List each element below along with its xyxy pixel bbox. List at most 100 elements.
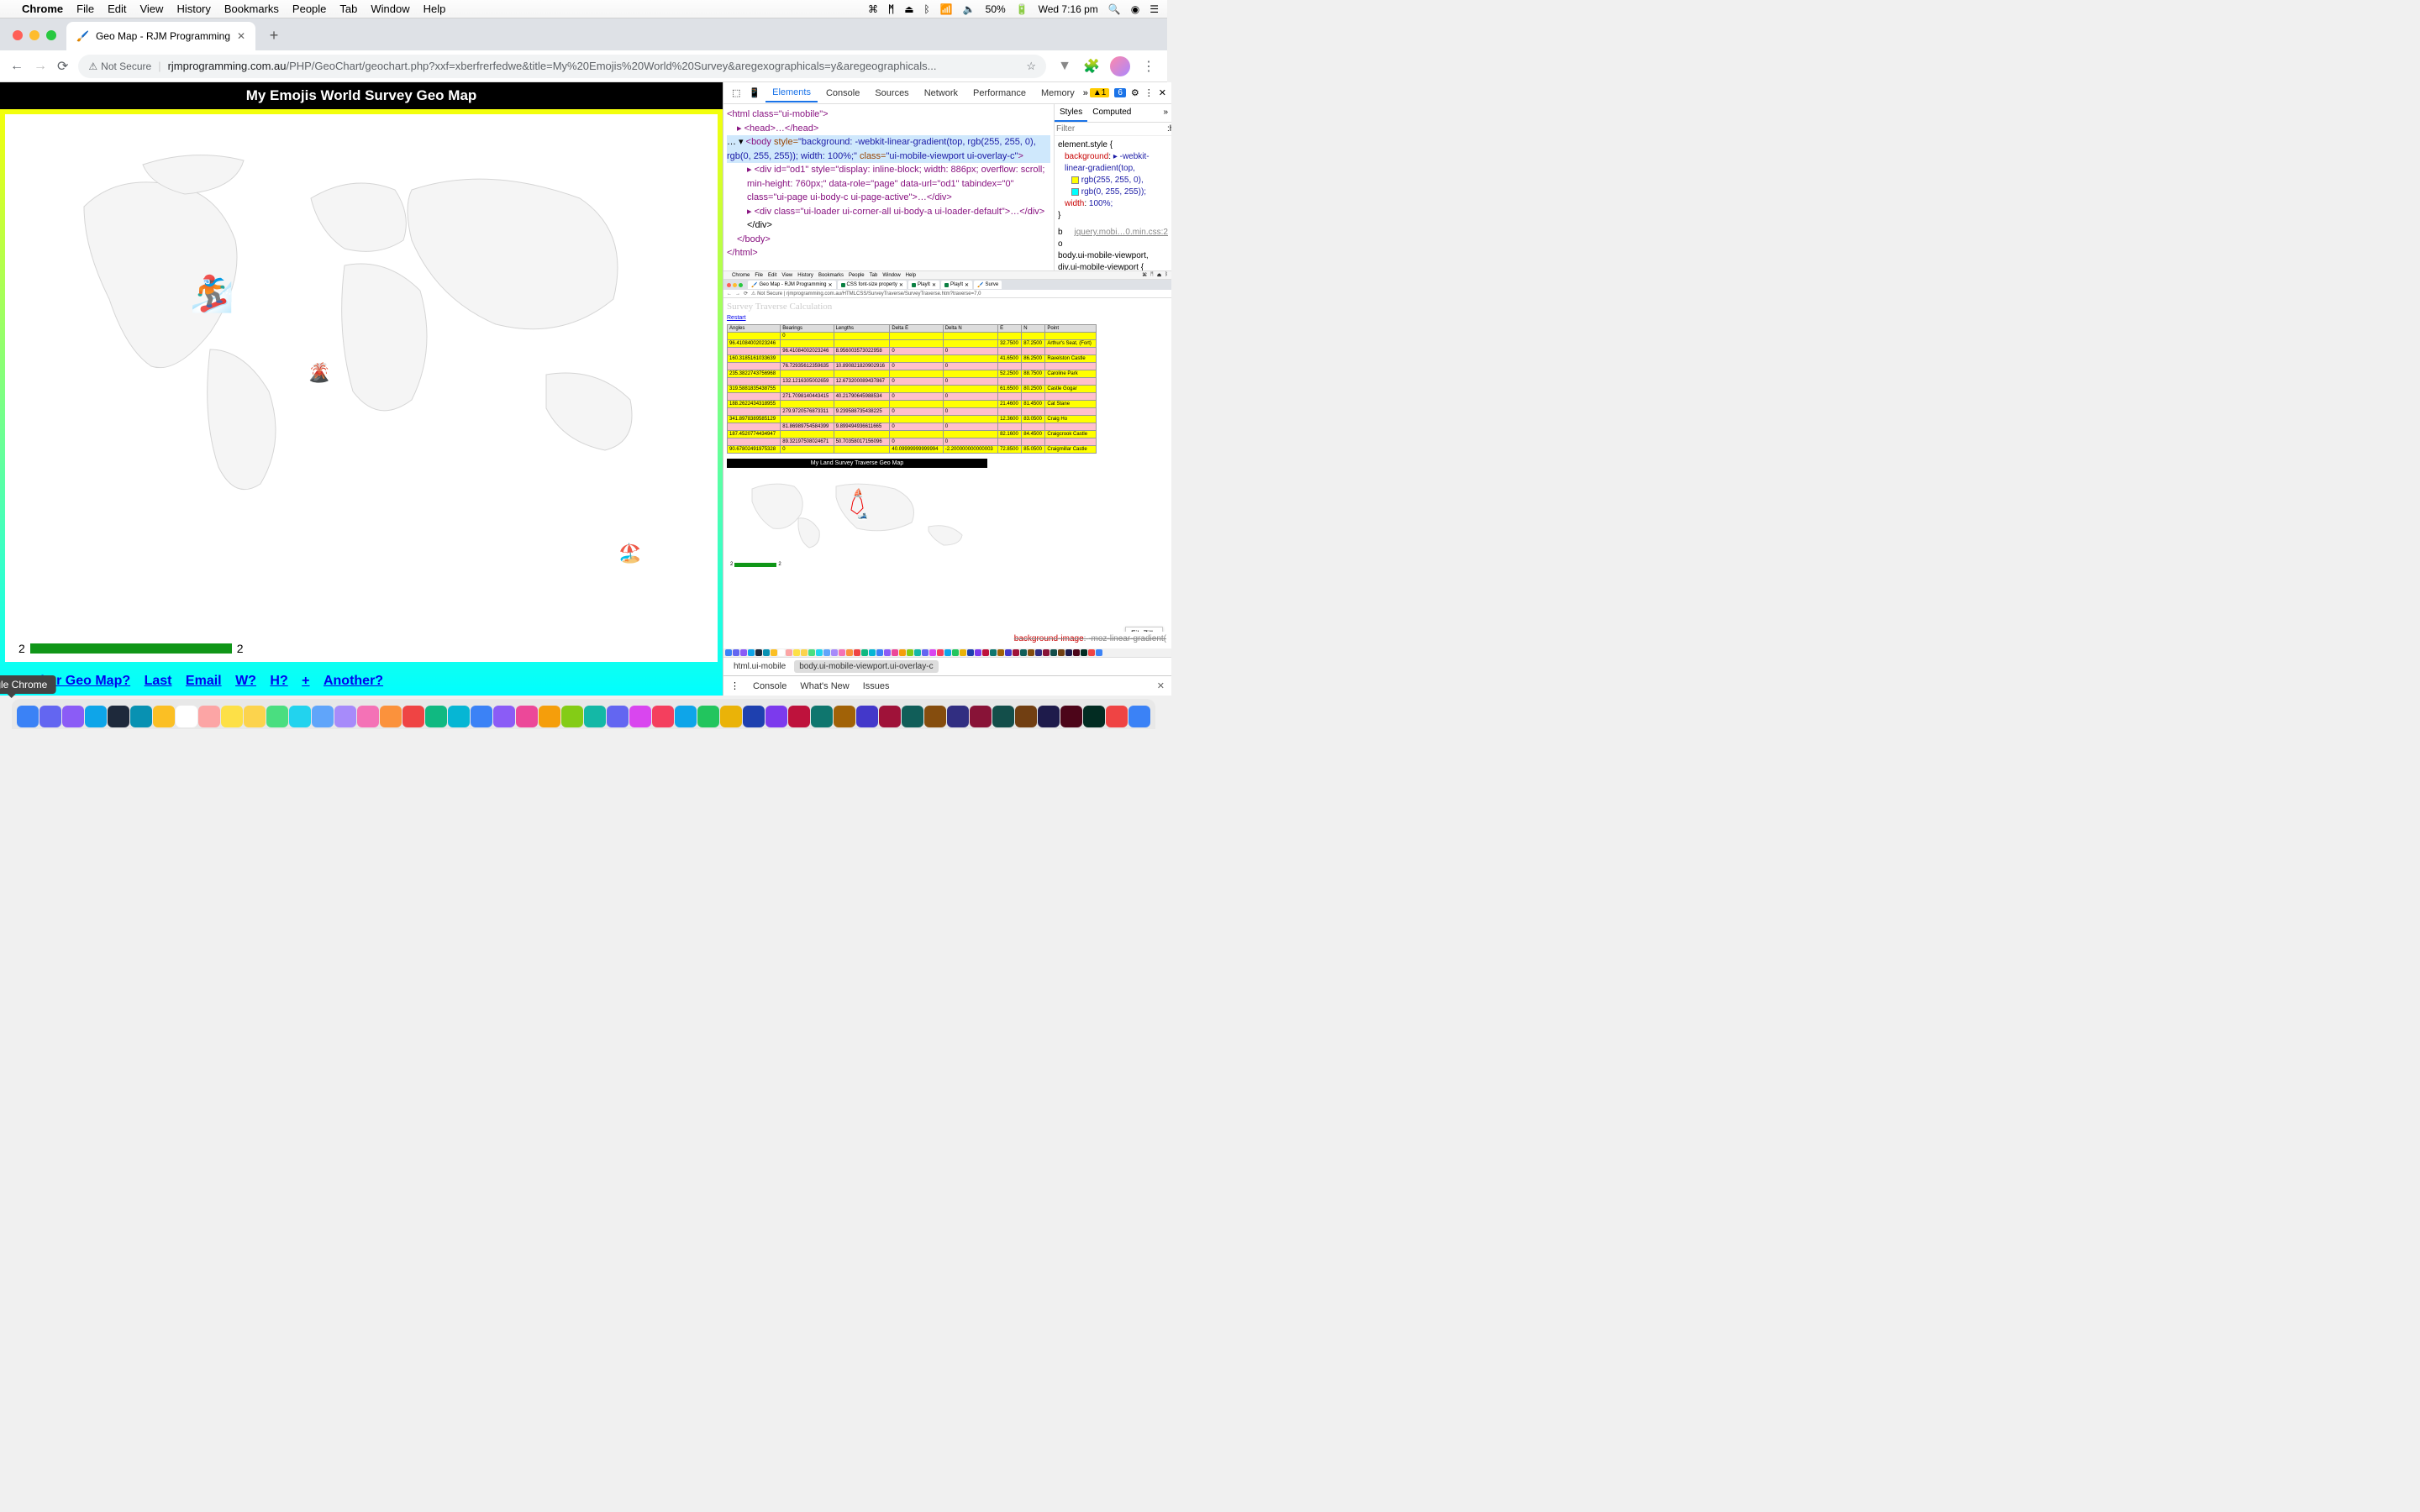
styles-hov-toggle[interactable]: :hov [1167,124,1171,134]
extensions-menu-icon[interactable]: 🧩 [1083,58,1100,75]
close-window-button[interactable] [13,30,23,40]
dock-app-icon[interactable] [448,706,470,727]
forward-button[interactable]: → [34,59,47,74]
link-last[interactable]: Last [145,674,172,688]
dock-app-icon[interactable] [289,706,311,727]
menubar-history[interactable]: History [176,3,210,15]
drawer-tab-issues[interactable]: Issues [863,681,890,691]
devtools-tab-performance[interactable]: Performance [966,85,1033,102]
dock-app-icon[interactable] [516,706,538,727]
devtools-dom-tree[interactable]: <html class="ui-mobile"> ▸ <head>…</head… [723,104,1054,270]
device-mode-icon[interactable]: 📱 [745,87,764,98]
volume-icon[interactable]: 🔈 [963,3,976,15]
reload-button[interactable]: ⟳ [57,58,68,75]
dock-app-icon[interactable] [1015,706,1037,727]
menubar-window[interactable]: Window [371,3,409,15]
drawer-tab-whatsnew[interactable]: What's New [800,681,849,691]
link-plus[interactable]: + [302,674,309,688]
map-marker-skier[interactable]: 🏂 [190,274,234,315]
dock-app-icon[interactable] [970,706,992,727]
styles-tab-computed[interactable]: Computed [1087,104,1136,122]
menubar-status-icon[interactable]: ⌘ [868,3,878,15]
clock[interactable]: Wed 7:16 pm [1039,3,1098,15]
devtools-warning-count[interactable]: ▲1 [1090,88,1109,97]
menubar-bookmarks[interactable]: Bookmarks [224,3,279,15]
dock-app-icon[interactable] [856,706,878,727]
styles-rules[interactable]: element.style { background: ▸ -webkit-li… [1055,136,1171,270]
siri-icon[interactable]: ◉ [1131,3,1139,15]
dock-app-icon[interactable] [198,706,220,727]
zoom-window-button[interactable] [46,30,56,40]
inspect-icon[interactable]: ⬚ [729,87,744,98]
tab-close-button[interactable]: ✕ [237,30,245,42]
menubar-status-icon[interactable]: ᛗ [888,3,894,15]
menubar-view[interactable]: View [139,3,163,15]
menubar-edit[interactable]: Edit [108,3,126,15]
dock-app-icon[interactable] [493,706,515,727]
dock-app-icon[interactable] [62,706,84,727]
menubar-file[interactable]: File [76,3,94,15]
dock-app-icon[interactable] [1060,706,1082,727]
devtools-close-icon[interactable]: ✕ [1159,87,1166,98]
styles-tabs-overflow[interactable]: » [1160,104,1171,122]
extension-icon[interactable]: ▼ [1056,58,1073,75]
dock-app-icon[interactable] [834,706,855,727]
dock-app-icon[interactable] [765,706,787,727]
devtools-tab-elements[interactable]: Elements [765,84,818,102]
dock-app-icon[interactable] [584,706,606,727]
address-bar[interactable]: ⚠ Not Secure | rjmprogramming.com.au/PHP… [78,55,1046,78]
dock-app-icon[interactable] [697,706,719,727]
dock-app-icon[interactable] [561,706,583,727]
drawer-menu-icon[interactable]: ⋮ [730,680,739,691]
dock-app-icon[interactable] [1083,706,1105,727]
dock-app-icon[interactable] [380,706,402,727]
link-email[interactable]: Email [186,674,222,688]
dock-app-icon[interactable] [879,706,901,727]
dock-app-icon[interactable] [17,706,39,727]
dock-app-icon[interactable] [244,706,266,727]
geo-map[interactable]: 🏂 🌋 🏖️ 2 2 [5,114,718,662]
devtools-tab-memory[interactable]: Memory [1034,85,1081,102]
drawer-close-icon[interactable]: ✕ [1157,680,1165,691]
dock-app-icon[interactable] [629,706,651,727]
dock-app-icon[interactable] [675,706,697,727]
devtools-tab-sources[interactable]: Sources [868,85,915,102]
bookmark-star-icon[interactable]: ☆ [1026,60,1036,73]
dock-app-icon[interactable] [221,706,243,727]
profile-avatar[interactable] [1110,56,1130,76]
styles-filter-input[interactable] [1056,124,1167,134]
dock-app-icon[interactable] [720,706,742,727]
dock-app-icon[interactable] [39,706,61,727]
new-tab-button[interactable]: + [262,24,286,47]
wifi-icon[interactable]: 📶 [940,3,953,15]
map-marker-umbrella[interactable]: 🏖️ [618,543,641,564]
styles-tab-styles[interactable]: Styles [1055,104,1087,122]
dock-app-icon[interactable] [334,706,356,727]
bluetooth-icon[interactable]: ᛒ [924,3,930,15]
devtools-breadcrumb[interactable]: html.ui-mobile body.ui-mobile-viewport.u… [723,657,1171,675]
back-button[interactable]: ← [10,59,24,74]
dock-app-icon[interactable] [992,706,1014,727]
macos-dock[interactable] [12,699,1155,729]
dock-app-icon[interactable] [266,706,288,727]
spotlight-icon[interactable]: 🔍 [1108,3,1121,15]
breadcrumb-body[interactable]: body.ui-mobile-viewport.ui-overlay-c [794,660,938,673]
notifications-icon[interactable]: ☰ [1150,3,1159,15]
dock-app-icon[interactable] [788,706,810,727]
drawer-tab-console[interactable]: Console [753,681,786,691]
menubar-help[interactable]: Help [424,3,446,15]
dock-app-icon[interactable] [312,706,334,727]
dock-app-icon[interactable] [1128,706,1150,727]
dock-app-icon[interactable] [1106,706,1128,727]
dock-app-icon[interactable] [85,706,107,727]
dock-app-icon[interactable] [947,706,969,727]
menubar-people[interactable]: People [292,3,326,15]
dock-app-icon[interactable] [425,706,447,727]
dock-app-icon[interactable] [357,706,379,727]
dock-app-icon[interactable] [811,706,833,727]
dock-app-icon[interactable] [539,706,560,727]
dock-app-icon[interactable] [743,706,765,727]
link-h[interactable]: H? [270,674,287,688]
chrome-menu-icon[interactable]: ⋮ [1140,58,1157,75]
dock-app-icon[interactable] [607,706,629,727]
